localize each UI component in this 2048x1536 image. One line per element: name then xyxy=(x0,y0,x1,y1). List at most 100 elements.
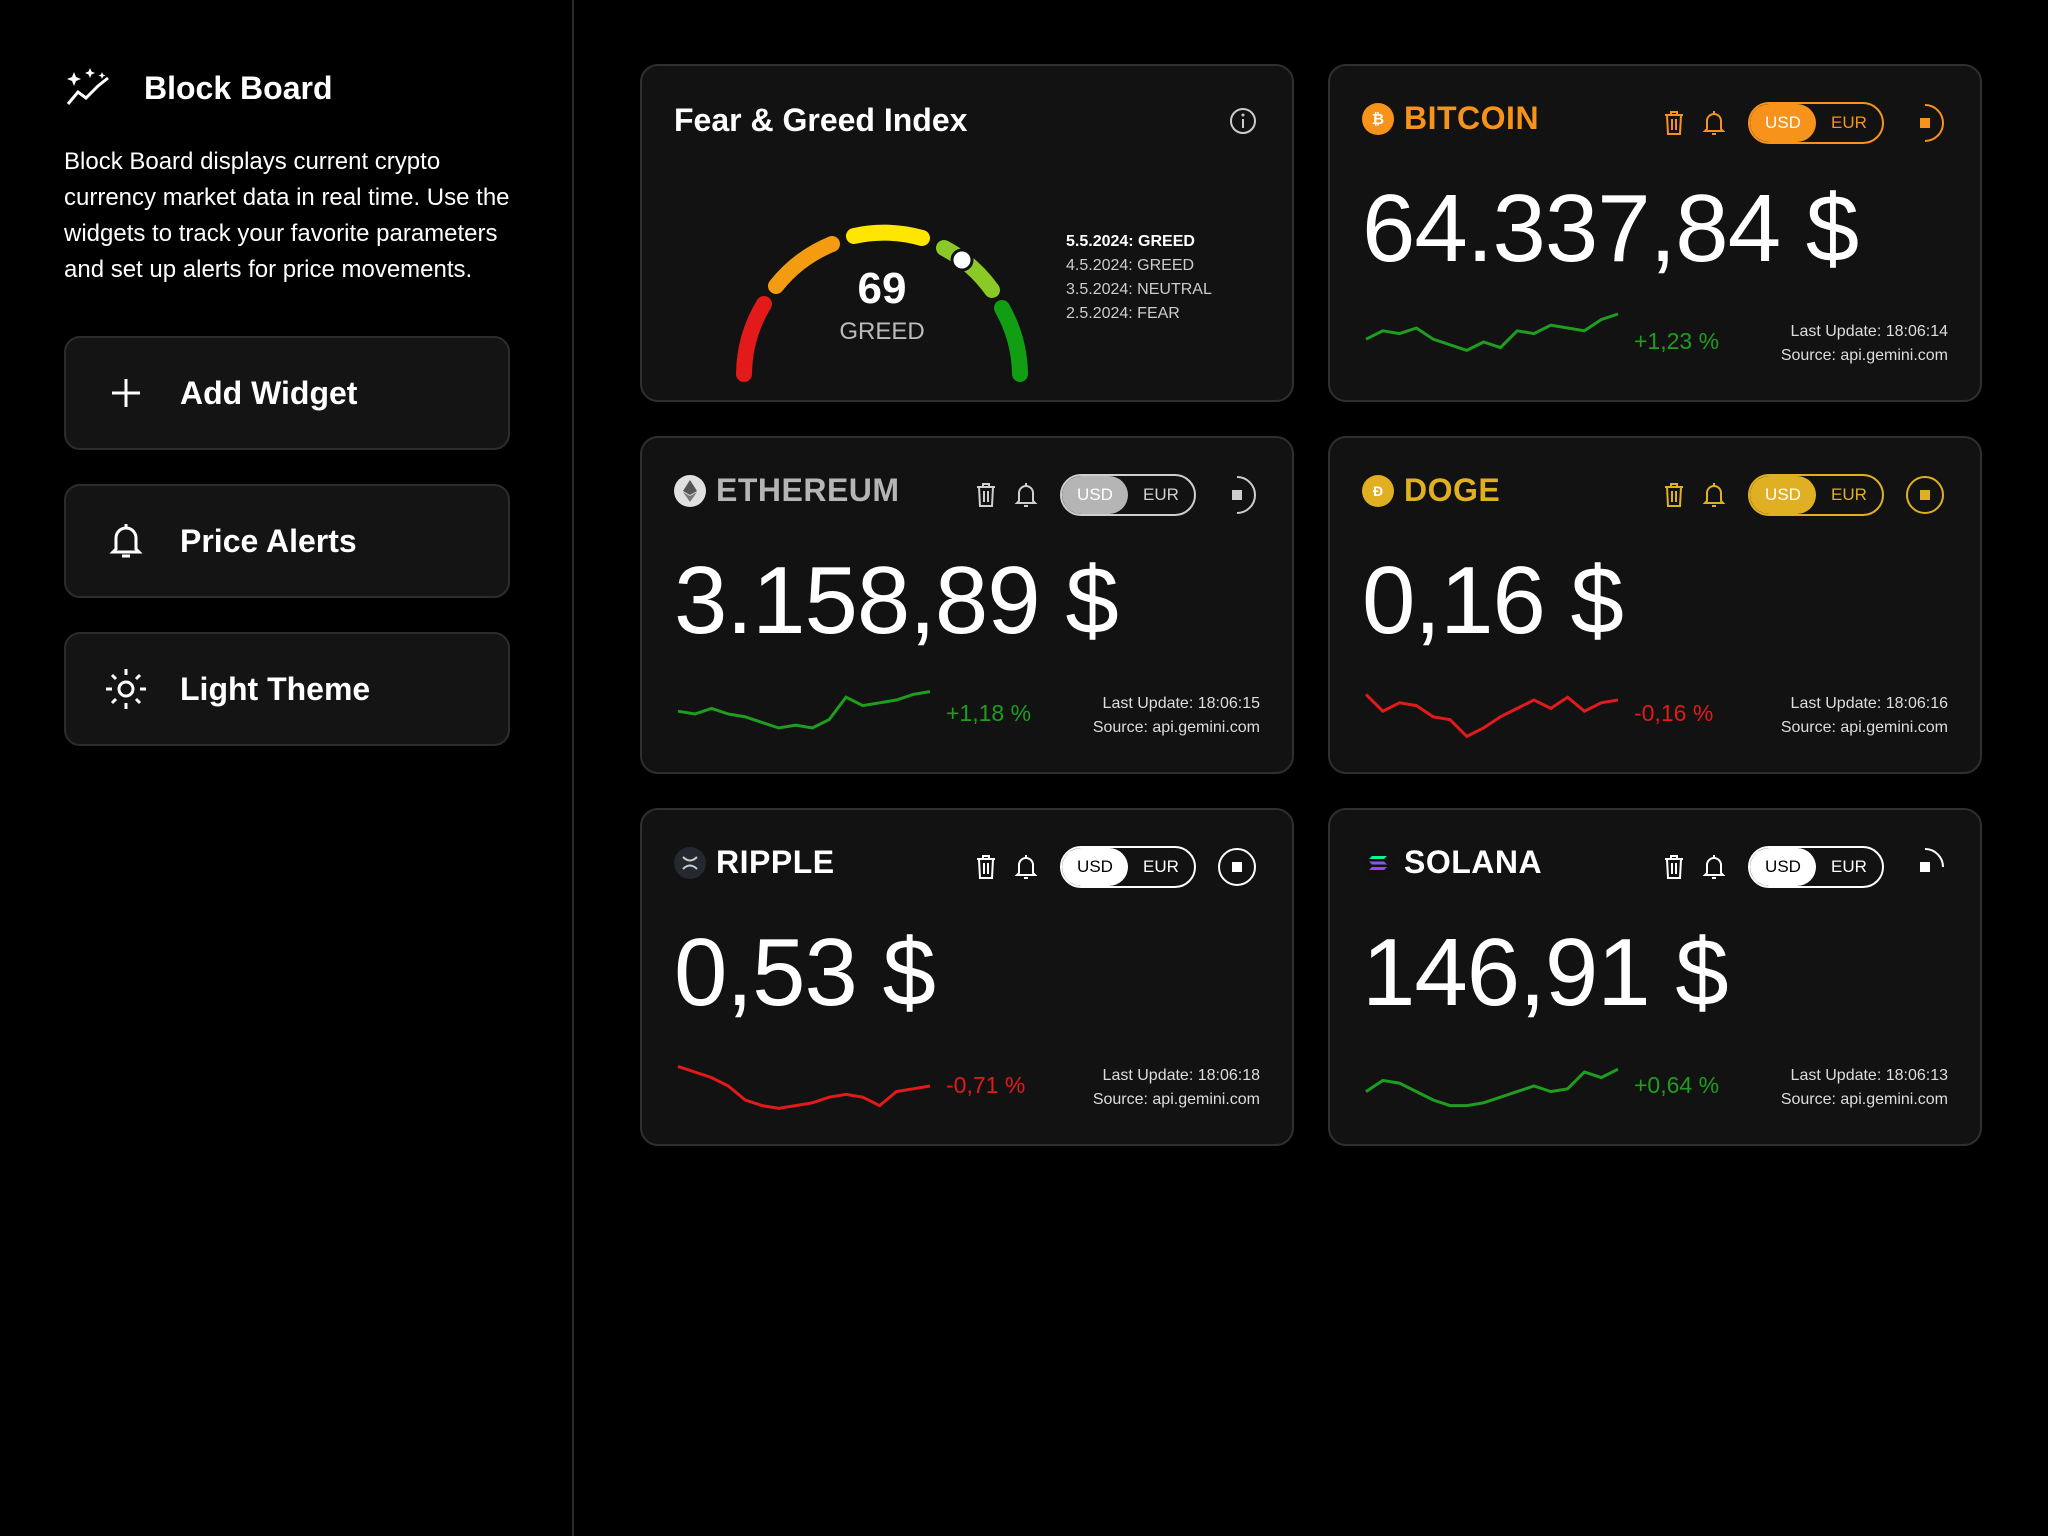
bell-icon xyxy=(102,517,150,565)
stop-refresh-button[interactable] xyxy=(1904,846,1946,888)
coin-price: 64.337,84 $ xyxy=(1362,175,1859,282)
svg-text:₿: ₿ xyxy=(1372,111,1384,128)
usd-option[interactable]: USD xyxy=(1750,104,1816,142)
ethereum-card: ETHEREUM USD EUR 3.158,89 $ +1,18 % Last… xyxy=(640,436,1294,774)
card-tools: USD EUR xyxy=(1660,474,1946,516)
solana-logo-icon xyxy=(1362,846,1394,879)
bitcoin-logo-icon: ₿ xyxy=(1362,102,1394,135)
price-sparkline xyxy=(677,690,931,730)
history-item: 3.5.2024: NEUTRAL xyxy=(1066,281,1212,298)
bell-icon[interactable] xyxy=(1012,851,1040,883)
currency-toggle[interactable]: USD EUR xyxy=(1748,474,1884,516)
last-update: Last Update: 18:06:16 xyxy=(1790,695,1948,712)
data-source: Source: api.gemini.com xyxy=(1780,1091,1948,1108)
add-widget-button[interactable]: Add Widget xyxy=(64,336,510,450)
card-tools: USD EUR xyxy=(972,846,1258,888)
coin-name: SOLANA xyxy=(1404,844,1543,880)
doge-card: Ð DOGE USD EUR 0,16 $ -0,16 % Last Updat… xyxy=(1328,436,1982,774)
coin-name: BITCOIN xyxy=(1404,100,1540,136)
usd-option[interactable]: USD xyxy=(1750,848,1816,886)
trash-icon[interactable] xyxy=(972,851,1000,883)
card-tools: USD EUR xyxy=(972,474,1258,516)
stop-refresh-button[interactable] xyxy=(1216,846,1258,888)
coin-price: 0,53 $ xyxy=(674,919,936,1026)
gauge-needle-marker xyxy=(950,248,974,272)
stop-refresh-button[interactable] xyxy=(1904,102,1946,144)
data-source: Source: api.gemini.com xyxy=(1092,1091,1260,1108)
sidebar: Block Board Block Board displays current… xyxy=(0,0,574,1536)
bitcoin-card: ₿ BITCOIN USD EUR 64.337,84 $ +1,23 % La… xyxy=(1328,64,1982,402)
coin-price: 0,16 $ xyxy=(1362,547,1624,654)
usd-option[interactable]: USD xyxy=(1062,848,1128,886)
eur-option[interactable]: EUR xyxy=(1816,476,1882,514)
price-sparkline xyxy=(1365,312,1619,353)
solana-card: SOLANA USD EUR 146,91 $ +0,64 % Last Upd… xyxy=(1328,808,1982,1146)
trash-icon[interactable] xyxy=(1660,479,1688,511)
eur-option[interactable]: EUR xyxy=(1128,476,1194,514)
stop-refresh-button[interactable] xyxy=(1216,474,1258,516)
update-meta: Last Update: 18:06:15 Source: api.gemini… xyxy=(1093,692,1260,740)
gauge-segment-extreme-fear xyxy=(736,296,772,382)
ripple-card: RIPPLE USD EUR 0,53 $ -0,71 % Last Updat… xyxy=(640,808,1294,1146)
currency-toggle[interactable]: USD EUR xyxy=(1748,846,1884,888)
intro-text: Block Board displays current crypto curr… xyxy=(64,148,510,283)
sun-icon xyxy=(102,665,150,713)
gauge-segment-extreme-greed xyxy=(994,300,1028,382)
fear-greed-value: 69 xyxy=(857,264,907,313)
price-sparkline xyxy=(1365,1067,1619,1108)
price-change: +0,64 % xyxy=(1634,1072,1720,1098)
price-change: -0,16 % xyxy=(1634,700,1714,726)
bell-icon[interactable] xyxy=(1012,479,1040,511)
fear-greed-history: 5.5.2024: GREED 4.5.2024: GREED 3.5.2024… xyxy=(1066,230,1212,326)
svg-text:Ð: Ð xyxy=(1373,483,1383,499)
update-meta: Last Update: 18:06:16 Source: api.gemini… xyxy=(1781,692,1948,740)
trash-icon[interactable] xyxy=(1660,107,1688,139)
history-item: 2.5.2024: FEAR xyxy=(1066,305,1180,322)
coin-name: ETHEREUM xyxy=(716,472,900,508)
bell-icon[interactable] xyxy=(1700,479,1728,511)
currency-toggle[interactable]: USD EUR xyxy=(1060,846,1196,888)
data-source: Source: api.gemini.com xyxy=(1092,719,1260,736)
last-update: Last Update: 18:06:15 xyxy=(1102,695,1260,712)
light-theme-label: Light Theme xyxy=(180,670,371,707)
coin-price: 3.158,89 $ xyxy=(674,547,1119,654)
price-alerts-button[interactable]: Price Alerts xyxy=(64,484,510,598)
currency-toggle[interactable]: USD EUR xyxy=(1748,102,1884,144)
info-icon[interactable] xyxy=(1228,106,1258,136)
trash-icon[interactable] xyxy=(1660,851,1688,883)
data-source: Source: api.gemini.com xyxy=(1780,347,1948,364)
eur-option[interactable]: EUR xyxy=(1816,848,1882,886)
ethereum-logo-icon xyxy=(674,474,706,507)
price-sparkline xyxy=(1364,693,1619,739)
fear-greed-label: GREED xyxy=(839,318,925,345)
history-item: 5.5.2024: GREED xyxy=(1066,233,1195,250)
currency-toggle[interactable]: USD EUR xyxy=(1060,474,1196,516)
trash-icon[interactable] xyxy=(972,479,1000,511)
doge-logo-icon: Ð xyxy=(1362,474,1394,507)
coin-name: RIPPLE xyxy=(716,844,835,880)
gauge-segment-neutral xyxy=(846,224,930,246)
usd-option[interactable]: USD xyxy=(1062,476,1128,514)
bell-icon[interactable] xyxy=(1700,107,1728,139)
card-tools: USD EUR xyxy=(1660,846,1946,888)
last-update: Last Update: 18:06:13 xyxy=(1790,1067,1948,1084)
stop-refresh-button[interactable] xyxy=(1904,474,1946,516)
coin-name: DOGE xyxy=(1404,472,1501,508)
plus-icon xyxy=(102,369,150,417)
update-meta: Last Update: 18:06:14 Source: api.gemini… xyxy=(1781,320,1948,368)
update-meta: Last Update: 18:06:18 Source: api.gemini… xyxy=(1093,1064,1260,1112)
fear-greed-card: Fear & Greed Index 69 GREED 5.5.2024: GR… xyxy=(640,64,1294,402)
price-change: -0,71 % xyxy=(946,1072,1026,1098)
last-update: Last Update: 18:06:14 xyxy=(1790,323,1948,340)
usd-option[interactable]: USD xyxy=(1750,476,1816,514)
light-theme-button[interactable]: Light Theme xyxy=(64,632,510,746)
eur-option[interactable]: EUR xyxy=(1816,104,1882,142)
bell-icon[interactable] xyxy=(1700,851,1728,883)
card-tools: USD EUR xyxy=(1660,102,1946,144)
eur-option[interactable]: EUR xyxy=(1128,848,1194,886)
price-change: +1,18 % xyxy=(946,700,1032,726)
price-change: +1,23 % xyxy=(1634,328,1720,354)
brand: Block Board xyxy=(64,64,332,112)
coin-price: 146,91 $ xyxy=(1362,919,1729,1026)
data-source: Source: api.gemini.com xyxy=(1780,719,1948,736)
